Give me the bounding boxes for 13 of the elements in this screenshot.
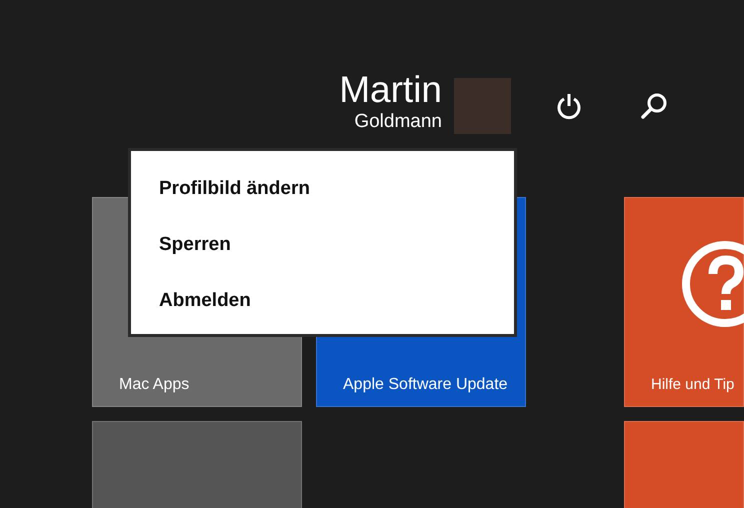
avatar-placeholder[interactable] (454, 78, 511, 134)
app-tile[interactable]: Hilfe und Tip (624, 197, 744, 407)
power-icon[interactable] (556, 92, 582, 120)
search-icon[interactable] (640, 92, 668, 120)
menu-item[interactable]: Abmelden (131, 273, 514, 329)
user-first-name[interactable]: Martin (339, 70, 442, 110)
tile-label: Hilfe und Tip (651, 375, 734, 395)
tile-label: Apple Software Update (343, 375, 509, 395)
tile-label: Mac Apps (119, 375, 190, 395)
menu-item[interactable]: Sperren (131, 217, 514, 273)
help-icon (681, 240, 744, 328)
user-last-name[interactable]: Goldmann (354, 110, 442, 134)
menu-item[interactable]: Profilbild ändern (131, 161, 514, 217)
